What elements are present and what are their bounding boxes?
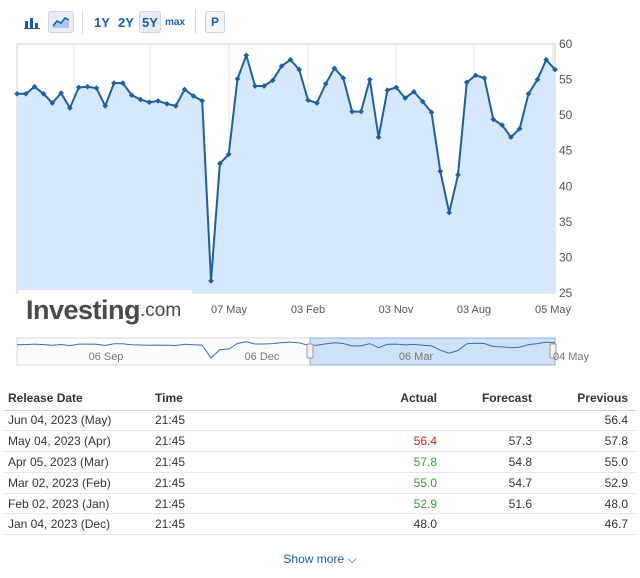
watermark-suffix: .com — [140, 299, 182, 321]
cell-release-date: Mar 02, 2023 (Feb) — [4, 472, 151, 494]
table-row: Jan 04, 2023 (Dec) 21:45 48.0 46.7 — [4, 513, 636, 536]
cell-forecast: 54.8 — [441, 451, 536, 473]
cell-forecast: 51.6 — [441, 493, 536, 515]
cell-time: 21:45 — [151, 410, 321, 432]
x-tick-label: 03 Aug — [457, 304, 491, 316]
cell-time: 21:45 — [151, 472, 321, 494]
cell-actual: 52.9 — [321, 493, 441, 515]
table-row: Feb 02, 2023 (Jan) 21:45 52.9 51.6 48.0 — [4, 493, 636, 515]
y-tick-label: 30 — [559, 250, 573, 264]
toolbar-separator — [82, 10, 83, 34]
table-row: May 04, 2023 (Apr) 21:45 56.4 57.3 57.8 — [4, 430, 636, 453]
y-tick-label: 25 — [559, 286, 573, 300]
cell-actual: 55.0 — [321, 472, 441, 494]
range-1y-button[interactable]: 1Y — [91, 11, 113, 33]
cell-release-date: Feb 02, 2023 (Jan) — [4, 493, 151, 515]
cell-forecast: 57.3 — [441, 430, 536, 453]
range-max-button[interactable]: max — [164, 11, 186, 33]
cell-forecast — [441, 410, 536, 432]
cell-previous: 56.4 — [536, 410, 636, 432]
toolbar-separator — [195, 10, 196, 34]
navigator-label: 06 Mar — [399, 351, 434, 363]
x-tick-label: 07 May — [211, 304, 248, 316]
cell-time: 21:45 — [151, 513, 321, 536]
header-forecast[interactable]: Forecast — [441, 386, 536, 411]
chart-area[interactable]: 253035404550556005 Nov05 Aug07 May03 Feb… — [0, 37, 640, 368]
cell-previous: 52.9 — [536, 472, 636, 494]
header-time[interactable]: Time — [151, 386, 321, 411]
cell-release-date: Jan 04, 2023 (Dec) — [4, 513, 151, 536]
cell-time: 21:45 — [151, 451, 321, 473]
cell-previous: 46.7 — [536, 513, 636, 536]
navigator-label: 04 May — [553, 351, 590, 363]
show-more-label[interactable]: Show more — [283, 552, 344, 566]
cell-previous: 57.8 — [536, 430, 636, 453]
range-2y-button[interactable]: 2Y — [115, 11, 137, 33]
cell-release-date: May 04, 2023 (Apr) — [4, 430, 151, 453]
p-button[interactable]: P — [205, 11, 225, 33]
navigator-label: 06 Dec — [245, 351, 280, 363]
cell-time: 21:45 — [151, 430, 321, 453]
table-row: Mar 02, 2023 (Feb) 21:45 55.0 54.7 52.9 — [4, 472, 636, 494]
cell-previous: 48.0 — [536, 493, 636, 515]
cell-forecast — [441, 513, 536, 536]
header-previous[interactable]: Previous — [536, 386, 636, 411]
area-chart-icon[interactable] — [48, 11, 74, 33]
cell-actual: 48.0 — [321, 513, 441, 536]
y-tick-label: 60 — [559, 38, 573, 51]
table-row: Apr 05, 2023 (Mar) 21:45 57.8 54.8 55.0 — [4, 451, 636, 473]
range-5y-button[interactable]: 5Y — [139, 11, 161, 33]
watermark-text: Investing — [26, 295, 141, 325]
chart-toolbar: 1Y 2Y 5Y max P — [0, 0, 640, 40]
table-row: Jun 04, 2023 (May) 21:45 56.4 — [4, 410, 636, 432]
show-more-link[interactable]: Show more ⌵ — [0, 552, 640, 567]
cell-actual: 57.8 — [321, 451, 441, 473]
y-tick-label: 55 — [559, 73, 573, 87]
x-tick-label: 03 Nov — [379, 304, 414, 316]
table-header-row: Release Date Time Actual Forecast Previo… — [4, 386, 636, 411]
y-tick-label: 50 — [559, 108, 573, 122]
cell-forecast: 54.7 — [441, 472, 536, 494]
cell-actual: 56.4 — [321, 430, 441, 453]
header-release-date[interactable]: Release Date — [4, 386, 151, 411]
header-actual[interactable]: Actual — [321, 386, 441, 411]
y-tick-label: 45 — [559, 144, 573, 158]
cell-actual — [321, 410, 441, 432]
x-tick-label: 05 May — [535, 304, 572, 316]
navigator-handle — [306, 343, 314, 359]
cell-release-date: Apr 05, 2023 (Mar) — [4, 451, 151, 473]
navigator-label: 06 Sep — [89, 351, 124, 363]
x-tick-label: 03 Feb — [291, 304, 325, 316]
y-tick-label: 40 — [559, 179, 573, 193]
y-tick-label: 35 — [559, 215, 573, 229]
cell-previous: 55.0 — [536, 451, 636, 473]
investing-watermark: Investing .com — [18, 290, 192, 331]
bar-chart-icon[interactable] — [19, 11, 45, 33]
cell-release-date: Jun 04, 2023 (May) — [4, 410, 151, 432]
chevron-down-icon: ⌵ — [347, 552, 357, 566]
cell-time: 21:45 — [151, 493, 321, 515]
release-table: Release Date Time Actual Forecast Previo… — [4, 386, 636, 536]
